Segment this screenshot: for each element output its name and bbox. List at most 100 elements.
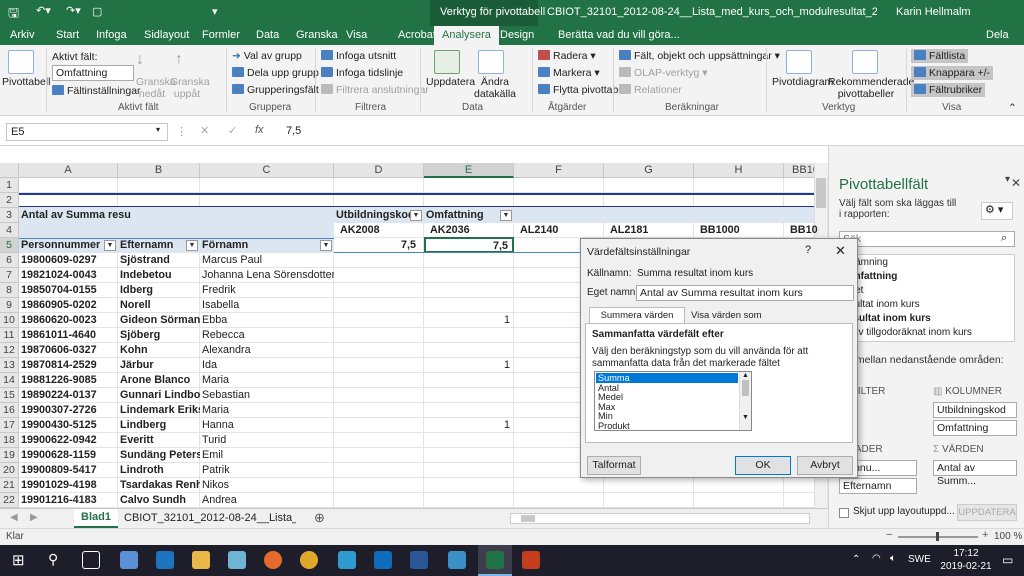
tab-analysera[interactable]: Analysera <box>434 26 499 45</box>
row-header-7[interactable]: 7 <box>0 268 19 283</box>
language-indicator[interactable]: SWE <box>908 554 931 565</box>
person-id-cell[interactable]: 19901216-4183 <box>19 493 118 508</box>
row-header-22[interactable]: 22 <box>0 493 19 508</box>
search-taskbar-icon[interactable]: ⚲ <box>48 551 58 568</box>
volume-icon[interactable]: 🔈︎ <box>890 553 896 564</box>
task-view-icon[interactable] <box>82 551 100 569</box>
person-id-cell[interactable]: 19890224-0137 <box>19 388 118 403</box>
zoom-level[interactable]: 100 % <box>994 531 1022 542</box>
first-name-cell[interactable]: Johanna Lena Sörensdotter <box>200 268 334 283</box>
field-settings-button[interactable]: Fältinställningar <box>52 85 141 97</box>
row-header-15[interactable]: 15 <box>0 388 19 403</box>
value-cell[interactable] <box>424 283 514 298</box>
app-icon[interactable] <box>120 551 138 569</box>
share-button[interactable]: Dela <box>986 29 1009 41</box>
column-field-omfattning[interactable]: Omfattning <box>424 208 504 223</box>
row-header-11[interactable]: 11 <box>0 328 19 343</box>
user-name[interactable]: Karin Hellmalm <box>896 6 971 18</box>
calculation-option[interactable]: Summa <box>596 373 738 383</box>
undo-icon[interactable]: ↶▾ <box>36 4 51 17</box>
value-cell[interactable] <box>424 493 514 508</box>
fields-items-sets-button[interactable]: Fält, objekt och uppsättningar ▾ <box>619 50 780 62</box>
row-header-17[interactable]: 17 <box>0 418 19 433</box>
person-id-cell[interactable]: 19900307-2726 <box>19 403 118 418</box>
function-icon[interactable]: fx <box>255 124 264 136</box>
value-cell[interactable] <box>424 433 514 448</box>
cancel-icon[interactable]: ✕ <box>200 124 209 137</box>
active-field-input[interactable]: Omfattning <box>52 65 134 81</box>
powerpoint-icon[interactable] <box>522 551 540 569</box>
clock-time[interactable]: 17:12 <box>944 548 988 559</box>
row-field-header[interactable]: Förnamn <box>200 238 320 253</box>
value-cell[interactable] <box>424 298 514 313</box>
person-id-cell[interactable]: 19900430-5125 <box>19 418 118 433</box>
calculation-option[interactable]: Max <box>596 402 738 412</box>
value-cell[interactable] <box>424 403 514 418</box>
last-name-cell[interactable]: Sjöstrand <box>118 253 200 268</box>
tab-acrobat[interactable]: Acrobat <box>398 29 436 41</box>
filter-dropdown-icon[interactable]: ▼ <box>186 240 198 251</box>
row-header-20[interactable]: 20 <box>0 463 19 478</box>
person-id-cell[interactable]: 19860620-0023 <box>19 313 118 328</box>
value-cell[interactable] <box>424 253 514 268</box>
row-field-header[interactable]: Personnummer <box>19 238 104 253</box>
value-cell[interactable]: 1 <box>424 313 514 328</box>
column-header-B[interactable]: B <box>118 163 200 178</box>
update-button[interactable]: UPPDATERA <box>957 504 1017 521</box>
last-name-cell[interactable]: Norell <box>118 298 200 313</box>
calculation-type-list[interactable]: Summa Antal Medel Max Min Produkt ▲ ▼ <box>594 371 752 431</box>
last-name-cell[interactable]: Sjöberg <box>118 328 200 343</box>
row-header-5[interactable]: 5 <box>0 238 19 253</box>
row-header-8[interactable]: 8 <box>0 283 19 298</box>
pane-options-icon[interactable]: ▾ <box>1005 174 1010 185</box>
row-header-1[interactable]: 1 <box>0 178 19 193</box>
value-cell[interactable] <box>424 373 514 388</box>
pane-close-icon[interactable]: ✕ <box>1011 176 1021 190</box>
insert-timeline-button[interactable]: Infoga tidslinje <box>321 67 403 79</box>
first-name-cell[interactable]: Ebba <box>200 313 334 328</box>
row-header-4[interactable]: 4 <box>0 223 19 238</box>
drill-down-button[interactable]: Granska nedåt <box>136 76 176 100</box>
row-header-13[interactable]: 13 <box>0 358 19 373</box>
vertical-scroll-thumb[interactable] <box>816 178 826 208</box>
chrome-icon[interactable] <box>300 551 318 569</box>
row-header-3[interactable]: 3 <box>0 208 19 223</box>
pivot-table-icon[interactable] <box>8 50 34 74</box>
value-cell[interactable] <box>424 478 514 493</box>
recommended-pivot-button[interactable]: Rekommenderade pivottabeller <box>828 76 914 100</box>
calculation-option[interactable]: Produkt <box>596 421 738 430</box>
save-icon[interactable]: 🖫 <box>8 4 19 26</box>
last-name-cell[interactable]: Calvo Sundh <box>118 493 200 508</box>
columns-area[interactable]: Utbildningskod Omfattning <box>933 402 1017 436</box>
tab-summarize-values[interactable]: Summera värden efter <box>589 307 685 336</box>
column-code-BB10[interactable]: BB10 <box>788 223 828 238</box>
value-cell[interactable] <box>424 388 514 403</box>
person-id-cell[interactable]: 19901029-4198 <box>19 478 118 493</box>
column-code-AK2036[interactable]: AK2036 <box>428 223 514 238</box>
zoom-out-icon[interactable]: − <box>886 529 892 541</box>
filter-dropdown-icon[interactable]: ▼ <box>410 210 422 221</box>
tab-formler[interactable]: Formler <box>202 29 240 41</box>
filter-dropdown-icon[interactable]: ▼ <box>320 240 332 251</box>
tab-start[interactable]: Start <box>56 29 79 41</box>
column-header-A[interactable]: A <box>19 163 118 178</box>
person-id-cell[interactable]: 19861011-4640 <box>19 328 118 343</box>
recommended-pivot-icon[interactable] <box>852 50 878 74</box>
row-item-1[interactable]: Efternamn <box>839 478 917 494</box>
enter-icon[interactable]: ✓ <box>228 124 237 137</box>
ok-button[interactable]: OK <box>735 456 791 475</box>
first-name-cell[interactable]: Alexandra <box>200 343 334 358</box>
tab-sidlayout[interactable]: Sidlayout <box>144 29 189 41</box>
value-cell[interactable] <box>424 463 514 478</box>
zoom-slider-thumb[interactable] <box>936 532 939 541</box>
olap-tools-button[interactable]: OLAP-verktyg ▾ <box>619 67 708 79</box>
windows-start-icon[interactable]: ⊞ <box>12 551 25 569</box>
notifications-icon[interactable]: ▭ <box>1002 553 1013 567</box>
row-header-2[interactable]: 2 <box>0 193 19 208</box>
list-scroll-thumb[interactable] <box>742 380 749 396</box>
new-icon[interactable]: ▢ <box>92 5 102 18</box>
select-button[interactable]: Markera ▾ <box>538 67 600 79</box>
tab-visa[interactable]: Visa <box>346 29 367 41</box>
tell-me-input[interactable]: Berätta vad du vill göra... <box>558 29 680 41</box>
last-name-cell[interactable]: Lindberg <box>118 418 200 433</box>
